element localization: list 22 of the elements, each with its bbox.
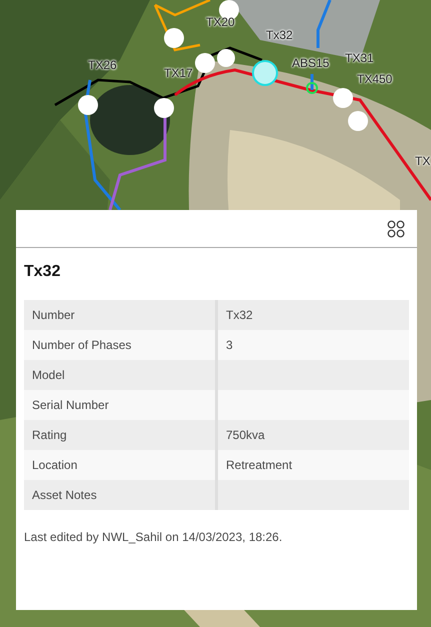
map-label: TX450 xyxy=(357,73,392,85)
field-name: Rating xyxy=(32,427,67,444)
field-name: Model xyxy=(32,367,65,384)
field-value: Retreatment xyxy=(226,457,292,474)
field-name: Location xyxy=(32,457,78,474)
field-value: 3 xyxy=(226,337,233,354)
field-value: Tx32 xyxy=(226,307,253,324)
field-name: Asset Notes xyxy=(32,487,97,504)
map-label: Tx32 xyxy=(266,29,293,41)
map-label: TX31 xyxy=(345,52,374,64)
field-value: 750kva xyxy=(226,427,265,444)
map-label: TX26 xyxy=(88,59,117,71)
field-name: Serial Number xyxy=(32,397,109,414)
map-label: TX xyxy=(415,155,430,167)
field-name: Number xyxy=(32,307,75,324)
map-label: TX20 xyxy=(206,16,235,28)
field-name: Number of Phases xyxy=(32,337,132,354)
dock-icon[interactable] xyxy=(387,220,405,238)
map-label: ABS15 xyxy=(292,57,330,69)
popup-title: Tx32 xyxy=(24,262,62,282)
last-edited-text: Last edited by NWL_Sahil on 14/03/2023, 18:26. xyxy=(24,529,284,546)
map-label: TX17 xyxy=(164,67,193,79)
